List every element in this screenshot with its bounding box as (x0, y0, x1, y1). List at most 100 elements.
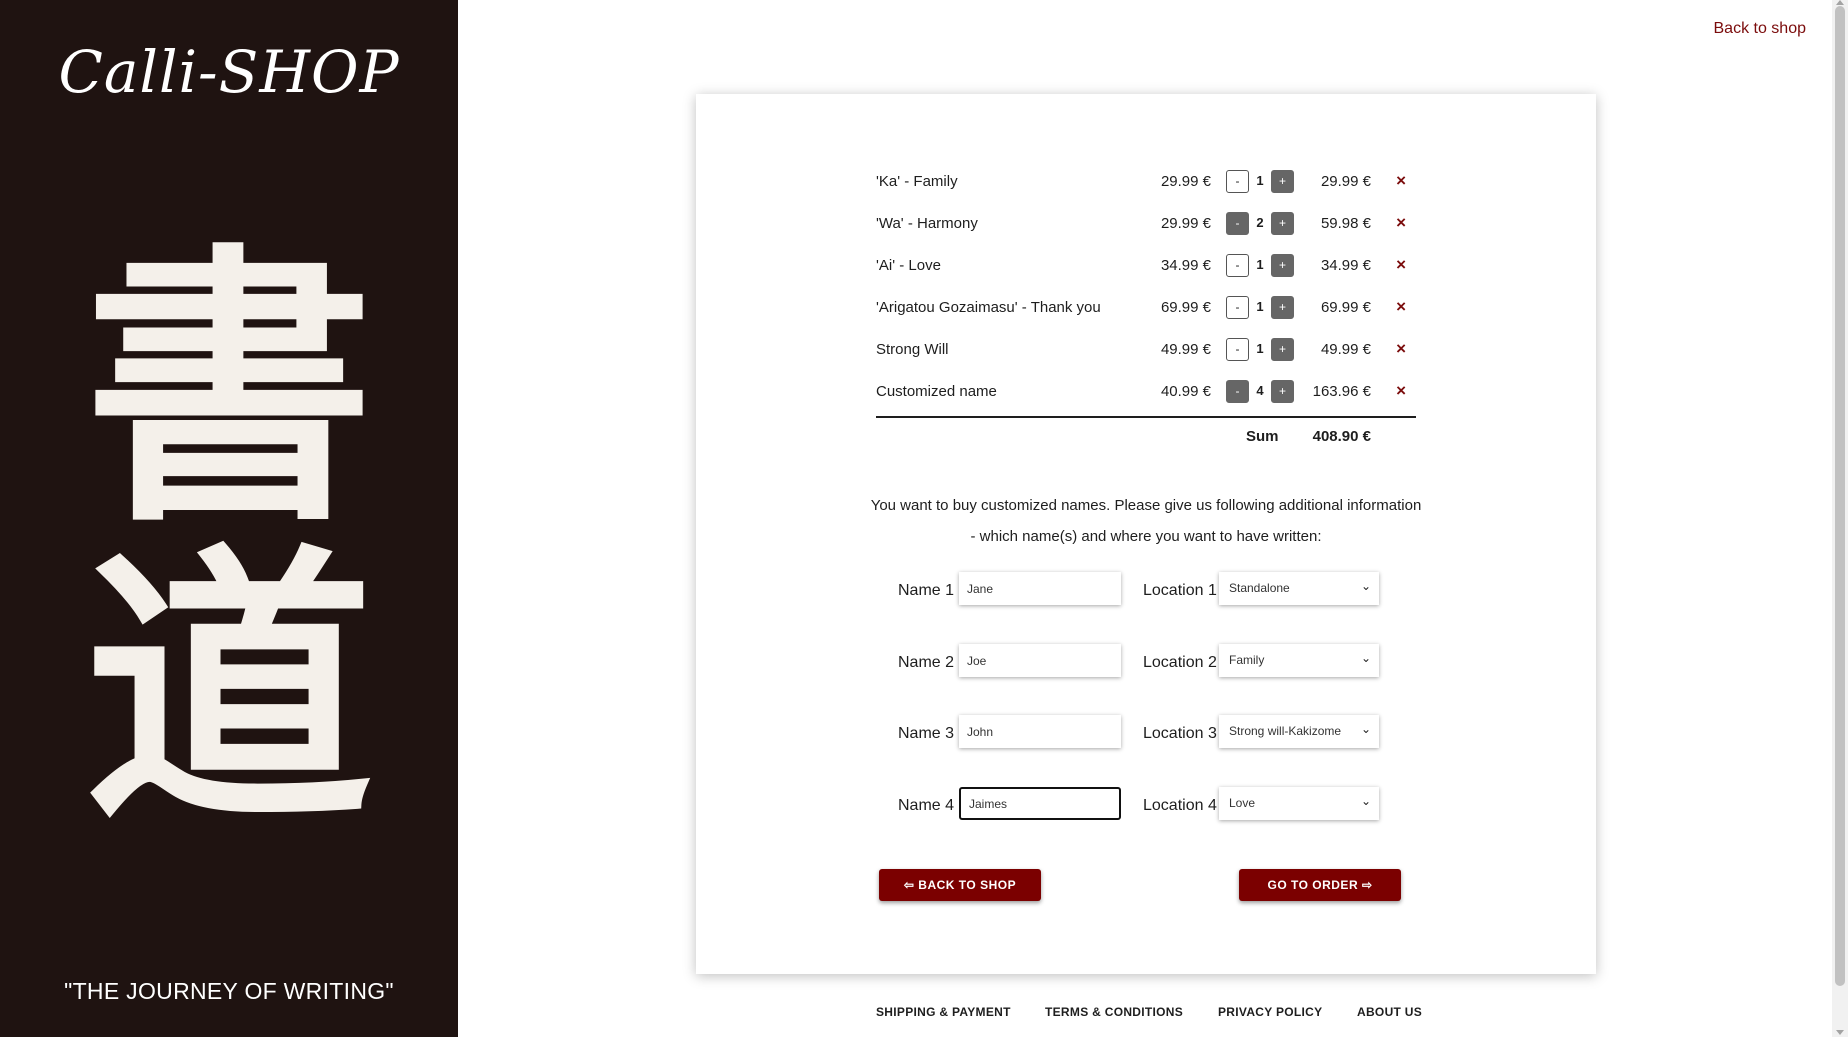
remove-icon[interactable]: × (1396, 171, 1406, 191)
item-name: Strong Will (876, 341, 949, 358)
name-label: Name 3 (898, 725, 955, 742)
kanji-sho: 書 (84, 220, 374, 560)
quantity-stepper: - 2 + (1226, 212, 1296, 236)
name-label: Name 4 (898, 797, 955, 814)
remove-icon[interactable]: × (1396, 213, 1406, 233)
cart-row: 'Arigatou Gozaimasu' - Thank you 69.99 €… (876, 286, 1416, 328)
remove-icon[interactable]: × (1396, 297, 1406, 317)
footer-link-terms[interactable]: TERMS & CONDITIONS (1045, 1005, 1183, 1019)
chevron-down-icon: ⌄ (1360, 579, 1371, 593)
chevron-down-icon: ⌄ (1360, 651, 1371, 665)
item-price: 29.99 € (1160, 173, 1211, 190)
item-total: 34.99 € (1320, 257, 1371, 274)
location-select[interactable]: Family ⌄ (1219, 644, 1379, 677)
chevron-down-icon: ⌄ (1360, 794, 1371, 808)
name-input[interactable] (959, 572, 1121, 605)
increase-button[interactable]: + (1271, 212, 1294, 235)
tagline: "THE JOURNEY OF WRITING" (64, 978, 394, 1004)
decrease-button[interactable]: - (1226, 254, 1249, 277)
increase-button[interactable]: + (1271, 380, 1294, 403)
increase-button[interactable]: + (1271, 254, 1294, 277)
scrollbar-thumb[interactable] (1835, 6, 1845, 986)
item-price: 69.99 € (1160, 299, 1211, 316)
decrease-button[interactable]: - (1226, 212, 1249, 235)
custom-name-row: Name 4 Location 4 Love ⌄ (876, 787, 1416, 823)
item-total: 163.96 € (1312, 383, 1371, 400)
sidebar: Calli-SHOP 書 道 "THE JOURNEY OF WRITING" (0, 0, 458, 1037)
cart-card: 'Ka' - Family 29.99 € - 1 + 29.99 € × 'W… (696, 94, 1596, 974)
item-name: Customized name (876, 383, 997, 400)
quantity-stepper: - 1 + (1226, 338, 1296, 362)
quantity-value: 1 (1256, 257, 1264, 272)
location-select[interactable]: Love ⌄ (1219, 787, 1379, 820)
scroll-up-icon[interactable] (1836, 0, 1844, 5)
scroll-down-icon[interactable] (1836, 1030, 1844, 1035)
info-line-1: You want to buy customized names. Please… (870, 497, 1422, 514)
location-label: Location 4 (1143, 797, 1217, 814)
cart-row: 'Ai' - Love 34.99 € - 1 + 34.99 € × (876, 244, 1416, 286)
name-input[interactable] (959, 644, 1121, 677)
increase-button[interactable]: + (1271, 170, 1294, 193)
item-name: 'Ai' - Love (876, 257, 941, 274)
cart-row: 'Ka' - Family 29.99 € - 1 + 29.99 € × (876, 160, 1416, 202)
info-line-2: - which name(s) and where you want to ha… (970, 528, 1322, 545)
item-price: 34.99 € (1160, 257, 1211, 274)
remove-icon[interactable]: × (1396, 255, 1406, 275)
item-name: 'Ka' - Family (876, 173, 958, 190)
quantity-value: 1 (1256, 299, 1264, 314)
increase-button[interactable]: + (1271, 338, 1294, 361)
decrease-button[interactable]: - (1226, 170, 1249, 193)
item-total: 49.99 € (1320, 341, 1371, 358)
quantity-stepper: - 1 + (1226, 170, 1296, 194)
location-select[interactable]: Strong will-Kakizome ⌄ (1219, 715, 1379, 748)
remove-icon[interactable]: × (1396, 339, 1406, 359)
shop-logo[interactable]: Calli-SHOP (0, 38, 458, 106)
remove-icon[interactable]: × (1396, 381, 1406, 401)
footer-link-shipping[interactable]: SHIPPING & PAYMENT (876, 1005, 1011, 1019)
decrease-button[interactable]: - (1226, 380, 1249, 403)
back-to-shop-link[interactable]: Back to shop (1714, 20, 1807, 38)
cart-row: 'Wa' - Harmony 29.99 € - 2 + 59.98 € × (876, 202, 1416, 244)
quantity-value: 4 (1256, 383, 1264, 398)
quantity-stepper: - 1 + (1226, 254, 1296, 278)
decrease-button[interactable]: - (1226, 296, 1249, 319)
location-selected-value: Strong will-Kakizome (1229, 724, 1342, 738)
item-price: 29.99 € (1160, 215, 1211, 232)
back-to-shop-button[interactable]: ⇦ BACK TO SHOP (879, 869, 1041, 901)
location-select[interactable]: Standalone ⌄ (1219, 572, 1379, 605)
item-price: 40.99 € (1160, 383, 1211, 400)
custom-name-info: You want to buy customized names. Please… (796, 490, 1496, 552)
location-label: Location 3 (1143, 725, 1217, 742)
location-label: Location 1 (1143, 582, 1217, 599)
quantity-value: 2 (1256, 215, 1264, 230)
calligraphy-image: 書 道 (0, 240, 458, 840)
item-total: 69.99 € (1320, 299, 1371, 316)
decrease-button[interactable]: - (1226, 338, 1249, 361)
quantity-value: 1 (1256, 173, 1264, 188)
footer-link-about[interactable]: ABOUT US (1357, 1005, 1422, 1019)
custom-name-row: Name 2 Location 2 Family ⌄ (876, 644, 1416, 680)
location-selected-value: Standalone (1229, 581, 1290, 595)
footer-link-privacy[interactable]: PRIVACY POLICY (1218, 1005, 1322, 1019)
sum-row: Sum 408.90 € (876, 418, 1416, 458)
scrollbar[interactable] (1832, 0, 1848, 1037)
location-selected-value: Love (1229, 796, 1256, 810)
kanji-do: 道 (84, 520, 374, 860)
location-selected-value: Family (1229, 653, 1265, 667)
custom-name-row: Name 1 Location 1 Standalone ⌄ (876, 572, 1416, 608)
chevron-down-icon: ⌄ (1360, 722, 1371, 736)
quantity-value: 1 (1256, 341, 1264, 356)
increase-button[interactable]: + (1271, 296, 1294, 319)
quantity-stepper: - 1 + (1226, 296, 1296, 320)
name-input[interactable] (959, 715, 1121, 748)
name-label: Name 2 (898, 654, 955, 671)
go-to-order-button[interactable]: GO TO ORDER ⇨ (1239, 869, 1401, 901)
item-price: 49.99 € (1160, 341, 1211, 358)
item-name: 'Wa' - Harmony (876, 215, 978, 232)
item-total: 29.99 € (1320, 173, 1371, 190)
name-input[interactable] (959, 787, 1121, 820)
name-label: Name 1 (898, 582, 955, 599)
cart-row: Strong Will 49.99 € - 1 + 49.99 € × (876, 328, 1416, 370)
sum-label: Sum (1246, 427, 1279, 445)
cart-row: Customized name 40.99 € - 4 + 163.96 € × (876, 370, 1416, 412)
